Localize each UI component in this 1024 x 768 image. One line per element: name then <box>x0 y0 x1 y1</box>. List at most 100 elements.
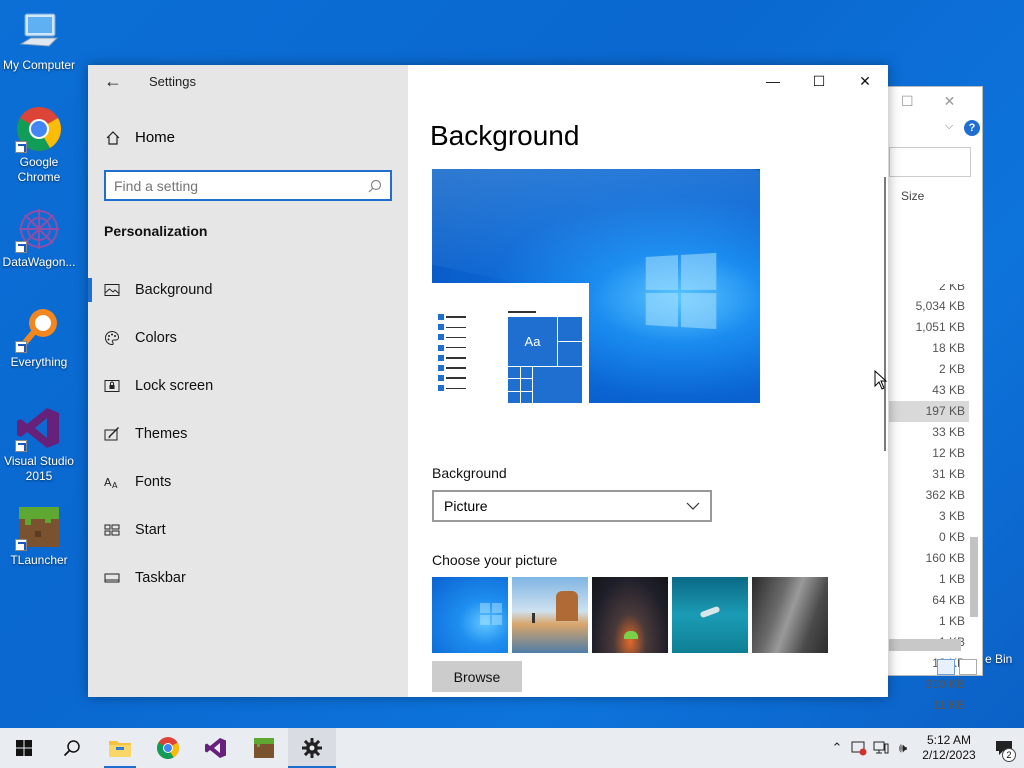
picture-thumbnail-underwater[interactable] <box>672 577 748 653</box>
size-column-header[interactable]: Size <box>901 189 924 203</box>
picture-thumbnails <box>432 577 828 653</box>
desktop-icon-google-chrome[interactable]: Google Chrome <box>0 105 78 185</box>
table-row[interactable]: 2 KB <box>889 284 969 296</box>
nav-item-taskbar[interactable]: Taskbar <box>88 554 408 602</box>
picture-thumbnail-windows[interactable] <box>432 577 508 653</box>
explorer-vertical-scrollbar[interactable] <box>968 187 980 637</box>
clock[interactable]: 5:12 AM 2/12/2023 <box>914 733 984 763</box>
search-icon[interactable] <box>368 179 382 193</box>
picture-thumbnail-night-tent[interactable] <box>592 577 668 653</box>
close-icon[interactable]: ✕ <box>842 65 888 97</box>
picture-thumbnail-rock-face[interactable] <box>752 577 828 653</box>
large-icons-view-icon[interactable] <box>959 659 977 675</box>
search-input[interactable] <box>114 177 368 194</box>
explorer-search-box[interactable] <box>889 147 971 177</box>
visual-studio-icon <box>205 738 226 758</box>
table-row[interactable]: 0 KB <box>889 527 969 548</box>
maximize-icon[interactable]: ☐ <box>901 93 914 110</box>
recycle-bin-label[interactable]: e Bin <box>985 652 1012 666</box>
minimize-icon[interactable]: — <box>750 65 796 97</box>
table-row[interactable]: 160 KB <box>889 548 969 569</box>
nav-item-lock-screen[interactable]: Lock screen <box>88 362 408 410</box>
start-button[interactable] <box>0 728 48 768</box>
nav-item-start[interactable]: Start <box>88 506 408 554</box>
content-scrollbar[interactable] <box>884 177 886 451</box>
network-icon[interactable] <box>870 741 892 755</box>
scrollbar-thumb[interactable] <box>970 537 978 617</box>
file-explorer-window[interactable]: ☐ ✕ ⌵ ? Size 2 KB 5,034 KB 1,051 KB 18 K… <box>880 86 983 712</box>
settings-window[interactable]: ← Settings Home Personalization Backgrou… <box>88 65 888 697</box>
table-row[interactable]: 12 KB <box>889 443 969 464</box>
gear-icon <box>302 738 322 758</box>
find-setting-search[interactable] <box>104 170 392 201</box>
window-title: Settings <box>149 74 196 89</box>
maximize-icon[interactable]: ☐ <box>796 65 842 97</box>
desktop-icon-tlauncher[interactable]: TLauncher <box>0 503 78 568</box>
desktop-icon-my-computer[interactable]: My Computer <box>0 8 78 73</box>
personalization-nav: Background Colors Lock screen Themes AA … <box>88 266 408 602</box>
picture-thumbnail-beach-rock[interactable] <box>512 577 588 653</box>
nav-item-label: Taskbar <box>135 570 186 586</box>
picture-icon <box>104 282 135 298</box>
computer-icon <box>15 8 63 56</box>
nav-item-themes[interactable]: Themes <box>88 410 408 458</box>
table-row-selected[interactable]: 197 KB <box>889 401 969 422</box>
chevron-down-icon[interactable]: ⌵ <box>945 120 953 133</box>
table-row[interactable]: 2 KB <box>889 359 969 380</box>
show-hidden-icons-chevron-icon[interactable]: ⌃ <box>826 740 848 756</box>
background-label: Background <box>432 465 507 481</box>
desktop-icon-datawagon[interactable]: DataWagon... <box>0 205 78 270</box>
table-row[interactable]: 5,034 KB <box>889 296 969 317</box>
visual-studio-icon <box>15 404 63 452</box>
details-view-icon[interactable] <box>937 659 955 675</box>
table-row[interactable]: 1 KB <box>889 569 969 590</box>
table-row[interactable]: 31 KB <box>889 464 969 485</box>
home-label: Home <box>135 129 176 146</box>
taskbar-app-file-explorer[interactable] <box>96 728 144 768</box>
start-icon <box>104 522 135 538</box>
table-row[interactable]: 362 KB <box>889 485 969 506</box>
table-row[interactable]: 310 KB <box>889 674 969 695</box>
fonts-icon: AA <box>104 474 135 490</box>
nav-item-colors[interactable]: Colors <box>88 314 408 362</box>
table-row[interactable]: 43 KB <box>889 380 969 401</box>
home-link[interactable]: Home <box>105 129 175 146</box>
taskbar-app-settings[interactable] <box>288 728 336 768</box>
nav-item-fonts[interactable]: AA Fonts <box>88 458 408 506</box>
nav-item-background[interactable]: Background <box>88 266 408 314</box>
view-mode-buttons <box>937 659 977 675</box>
table-row[interactable]: 3 KB <box>889 506 969 527</box>
help-icon[interactable]: ? <box>964 120 980 136</box>
browse-button[interactable]: Browse <box>432 661 522 692</box>
desktop-icon-everything[interactable]: Everything <box>0 305 78 370</box>
themes-icon <box>104 426 135 442</box>
taskbar-app-google-chrome[interactable] <box>144 728 192 768</box>
window-controls: — ☐ ✕ <box>750 65 888 97</box>
nav-item-label: Fonts <box>135 474 172 490</box>
clock-date: 2/12/2023 <box>922 748 976 762</box>
close-icon[interactable]: ✕ <box>944 93 956 110</box>
table-row[interactable]: 18 KB <box>889 338 969 359</box>
table-row[interactable]: 1 KB <box>889 611 969 632</box>
explorer-horizontal-scrollbar[interactable] <box>889 639 961 651</box>
back-arrow-icon[interactable]: ← <box>104 71 122 92</box>
taskbar-search-button[interactable] <box>48 728 96 768</box>
table-row[interactable]: 1,051 KB <box>889 317 969 338</box>
search-icon <box>63 740 80 757</box>
security-alert-icon[interactable] <box>848 740 870 756</box>
volume-icon[interactable]: 🕪 <box>892 740 914 756</box>
chrome-icon <box>15 105 63 153</box>
table-row[interactable]: 33 KB <box>889 422 969 443</box>
preview-tile-header <box>508 311 536 313</box>
table-row[interactable]: 11 KB <box>889 695 969 716</box>
nav-item-label: Themes <box>135 426 188 442</box>
desktop-icon-visual-studio[interactable]: Visual Studio 2015 <box>0 404 78 484</box>
taskbar-app-tlauncher[interactable] <box>240 728 288 768</box>
windows-logo-icon <box>645 252 717 330</box>
action-center-button[interactable]: 2 <box>984 728 1024 768</box>
table-row[interactable]: 64 KB <box>889 590 969 611</box>
desktop-icon-label: Everything <box>10 355 68 369</box>
preview-tile-text: Aa <box>508 317 557 366</box>
taskbar-app-visual-studio[interactable] <box>192 728 240 768</box>
background-type-dropdown[interactable]: Picture <box>432 490 712 522</box>
